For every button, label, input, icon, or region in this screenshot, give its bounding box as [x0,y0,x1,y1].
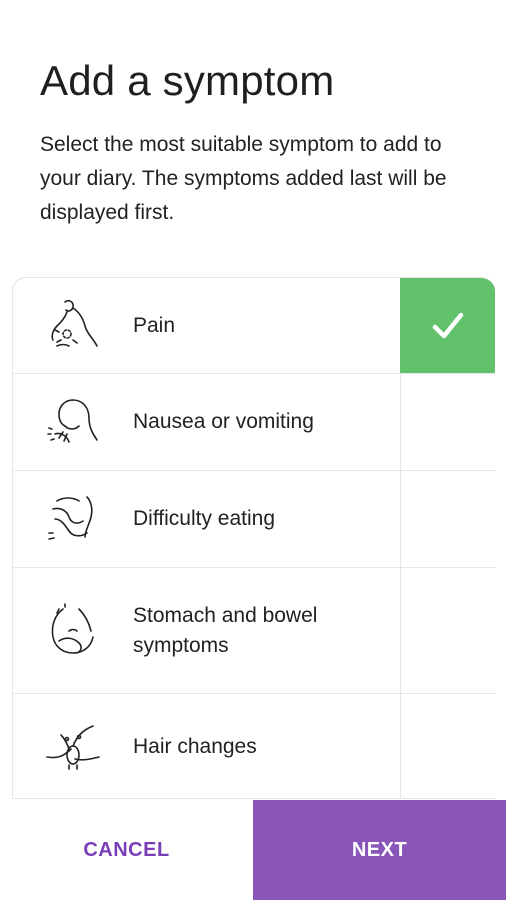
selection-checkbox[interactable] [400,471,495,567]
header: Add a symptom Select the most suitable s… [40,56,480,230]
selection-checkbox[interactable] [400,278,495,373]
symptom-label: Pain [133,313,176,337]
nausea-icon [13,392,123,452]
symptom-label: Hair changes [133,735,257,758]
symptom-row-hair[interactable]: Hair changes [13,694,495,798]
page-title: Add a symptom [40,57,335,104]
pain-icon [13,296,123,356]
symptom-row-nausea[interactable]: Nausea or vomiting [13,374,495,471]
selection-checkbox[interactable] [400,694,495,798]
stomach-icon [13,601,123,661]
symptom-list: Pain Nausea or vomiting Difficulty eatin… [12,277,495,799]
footer-actions: CANCEL NEXT [0,800,506,900]
symptom-label: Difficulty eating [133,507,276,530]
next-button[interactable]: NEXT [253,800,506,900]
selection-checkbox[interactable] [400,374,495,470]
checkmark-icon [432,312,463,338]
symptom-label: Stomach and bowel symptoms [133,603,318,657]
hair-icon [13,717,123,777]
symptom-row-pain[interactable]: Pain [13,278,495,374]
page-description: Select the most suitable symptom to add … [40,133,447,224]
eating-icon [13,489,123,549]
symptom-label: Nausea or vomiting [133,410,314,433]
selection-checkbox[interactable] [400,568,495,693]
cancel-button[interactable]: CANCEL [0,800,253,900]
symptom-row-stomach[interactable]: Stomach and bowel symptoms [13,568,495,694]
symptom-row-eating[interactable]: Difficulty eating [13,471,495,568]
